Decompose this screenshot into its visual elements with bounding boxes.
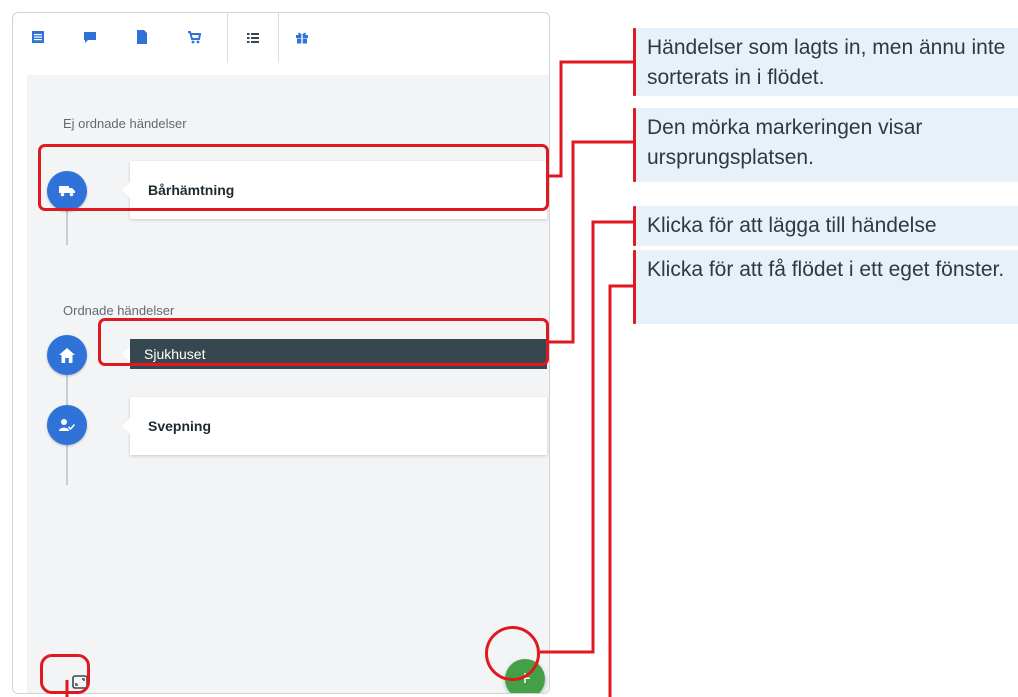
callout-add: Klicka för att lägga till händelse	[633, 206, 1018, 246]
callout-text: Klicka för att lägga till händelse	[647, 214, 937, 237]
callout-text: Händelser som lagts in, men ännu inte so…	[647, 36, 1006, 89]
callout-bar	[633, 206, 636, 246]
callout-connectors	[65, 60, 635, 697]
callout-origin: Den mörka markeringen visar ursprungspla…	[633, 108, 1018, 182]
connector-line-4	[608, 284, 635, 697]
callout-bar	[633, 28, 636, 96]
tab-timeline[interactable]	[227, 13, 279, 63]
connector-line-1	[548, 60, 635, 178]
callout-bar	[633, 108, 636, 182]
callout-text: Klicka för att få flödet i ett eget föns…	[647, 258, 1005, 281]
callout-unordered: Händelser som lagts in, men ännu inte so…	[633, 28, 1018, 96]
callout-expand: Klicka för att få flödet i ett eget föns…	[633, 250, 1018, 324]
timeline-list-icon	[247, 33, 259, 43]
callout-bar	[633, 250, 636, 324]
callout-text: Den mörka markeringen visar ursprungspla…	[647, 116, 923, 169]
